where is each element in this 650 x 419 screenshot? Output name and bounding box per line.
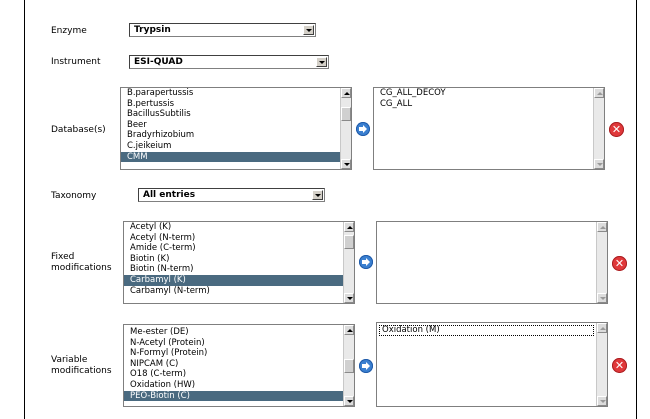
list-item[interactable]: B.parapertussis xyxy=(121,88,340,99)
fixed-mods-label-line1: Fixed xyxy=(51,252,75,262)
list-item[interactable]: Acetyl (K) xyxy=(124,222,343,233)
instrument-label: Instrument xyxy=(51,57,101,67)
list-item[interactable]: Bradyrhizobium xyxy=(121,130,340,141)
chevron-down-icon[interactable] xyxy=(303,25,314,35)
list-item[interactable]: Oxidation (M) xyxy=(379,325,594,336)
scroll-down-icon[interactable] xyxy=(597,396,607,406)
variable-mods-chosen-list[interactable]: Oxidation (M) xyxy=(376,322,608,407)
databases-available-list[interactable]: B.parapertussis B.pertussis BacillusSubtil… xyxy=(120,87,352,170)
list-item[interactable]: Me-ester (DE) xyxy=(124,327,343,338)
list-item[interactable]: NIPCAM (C) xyxy=(124,359,343,370)
list-item[interactable]: C.jeikeium xyxy=(121,141,340,152)
scroll-up-icon[interactable] xyxy=(594,88,604,98)
arrow-right-icon[interactable] xyxy=(356,122,370,136)
databases-label: Database(s) xyxy=(51,125,106,135)
enzyme-value: Trypsin xyxy=(134,25,171,35)
scroll-up-icon[interactable] xyxy=(597,222,607,232)
scroll-down-icon[interactable] xyxy=(344,396,354,406)
instrument-value: ESI-QUAD xyxy=(134,57,183,67)
enzyme-select[interactable]: Trypsin xyxy=(129,23,316,37)
list-item[interactable]: N-Formyl (Protein) xyxy=(124,348,343,359)
list-item[interactable]: CG_ALL_DECOY xyxy=(374,88,593,99)
scroll-down-icon[interactable] xyxy=(341,159,351,169)
databases-chosen-list[interactable]: CG_ALL_DECOY CG_ALL xyxy=(373,87,605,170)
list-item[interactable]: O18 (C-term) xyxy=(124,369,343,380)
fixed-mods-label-line2: modifications xyxy=(51,263,112,273)
scroll-up-icon[interactable] xyxy=(344,325,354,335)
variable-mods-label-line2: modifications xyxy=(51,366,112,376)
search-form-panel: Enzyme Trypsin Instrument ESI-QUAD Datab… xyxy=(24,0,637,419)
list-item[interactable]: CMM xyxy=(121,151,340,163)
arrow-right-icon[interactable] xyxy=(359,255,373,269)
fixed-mods-available-list[interactable]: Acetyl (K) Acetyl (N-term) Amide (C-term) B… xyxy=(123,221,355,304)
variable-mods-available-items: Me-ester (DE) N-Acetyl (Protein) N-Formyl … xyxy=(124,327,343,402)
list-item[interactable]: Oxidation (HW) xyxy=(124,380,343,391)
databases-chosen-items: CG_ALL_DECOY CG_ALL xyxy=(374,88,593,109)
list-item[interactable]: N-Acetyl (Protein) xyxy=(124,338,343,349)
close-icon[interactable]: ✕ xyxy=(612,358,627,373)
list-item[interactable]: Biotin (N-term) xyxy=(124,264,343,275)
list-item[interactable]: Amide (C-term) xyxy=(124,243,343,254)
chevron-down-icon[interactable] xyxy=(316,57,327,67)
scrollbar[interactable] xyxy=(596,323,607,406)
list-item[interactable]: Carbamyl (N-term) xyxy=(124,286,343,297)
scrollbar[interactable] xyxy=(340,88,351,169)
list-item[interactable]: BacillusSubtilis xyxy=(121,109,340,120)
databases-available-items: B.parapertussis B.pertussis BacillusSubtil… xyxy=(121,88,340,163)
scroll-thumb[interactable] xyxy=(344,235,354,249)
scroll-up-icon[interactable] xyxy=(597,323,607,333)
taxonomy-select[interactable]: All entries xyxy=(138,188,325,202)
scroll-down-icon[interactable] xyxy=(594,159,604,169)
list-item[interactable]: Carbamyl (K) xyxy=(124,274,343,286)
fixed-mods-available-items: Acetyl (K) Acetyl (N-term) Amide (C-term) B… xyxy=(124,222,343,296)
fixed-mods-label: Fixed modifications xyxy=(51,252,112,274)
scroll-up-icon[interactable] xyxy=(344,222,354,232)
scroll-down-icon[interactable] xyxy=(597,293,607,303)
list-item[interactable]: B.pertussis xyxy=(121,99,340,110)
scroll-thumb[interactable] xyxy=(344,359,354,373)
list-item[interactable]: PEO-Biotin (C) xyxy=(124,390,343,402)
scrollbar[interactable] xyxy=(343,222,354,303)
instrument-select[interactable]: ESI-QUAD xyxy=(129,55,329,69)
list-item[interactable]: CG_ALL xyxy=(374,99,593,110)
taxonomy-label: Taxonomy xyxy=(51,191,97,201)
variable-mods-available-list[interactable]: Me-ester (DE) N-Acetyl (Protein) N-Formyl … xyxy=(123,324,355,407)
scrollbar[interactable] xyxy=(596,222,607,303)
scrollbar[interactable] xyxy=(343,325,354,406)
list-item[interactable]: Acetyl (N-term) xyxy=(124,233,343,244)
variable-mods-label: Variable modifications xyxy=(51,355,112,377)
variable-mods-label-line1: Variable xyxy=(51,355,88,365)
list-item[interactable]: Biotin (K) xyxy=(124,254,343,265)
arrow-right-icon[interactable] xyxy=(359,359,373,373)
list-item[interactable]: Beer xyxy=(121,120,340,131)
scroll-down-icon[interactable] xyxy=(344,293,354,303)
close-icon[interactable]: ✕ xyxy=(612,256,627,271)
enzyme-label: Enzyme xyxy=(51,26,87,36)
fixed-mods-chosen-list[interactable] xyxy=(376,221,608,304)
taxonomy-value: All entries xyxy=(143,190,196,200)
scrollbar[interactable] xyxy=(593,88,604,169)
chevron-down-icon[interactable] xyxy=(312,190,323,200)
scroll-up-icon[interactable] xyxy=(341,88,351,98)
variable-mods-chosen-items: Oxidation (M) xyxy=(377,325,596,336)
scroll-thumb[interactable] xyxy=(341,107,351,121)
close-icon[interactable]: ✕ xyxy=(609,122,624,137)
